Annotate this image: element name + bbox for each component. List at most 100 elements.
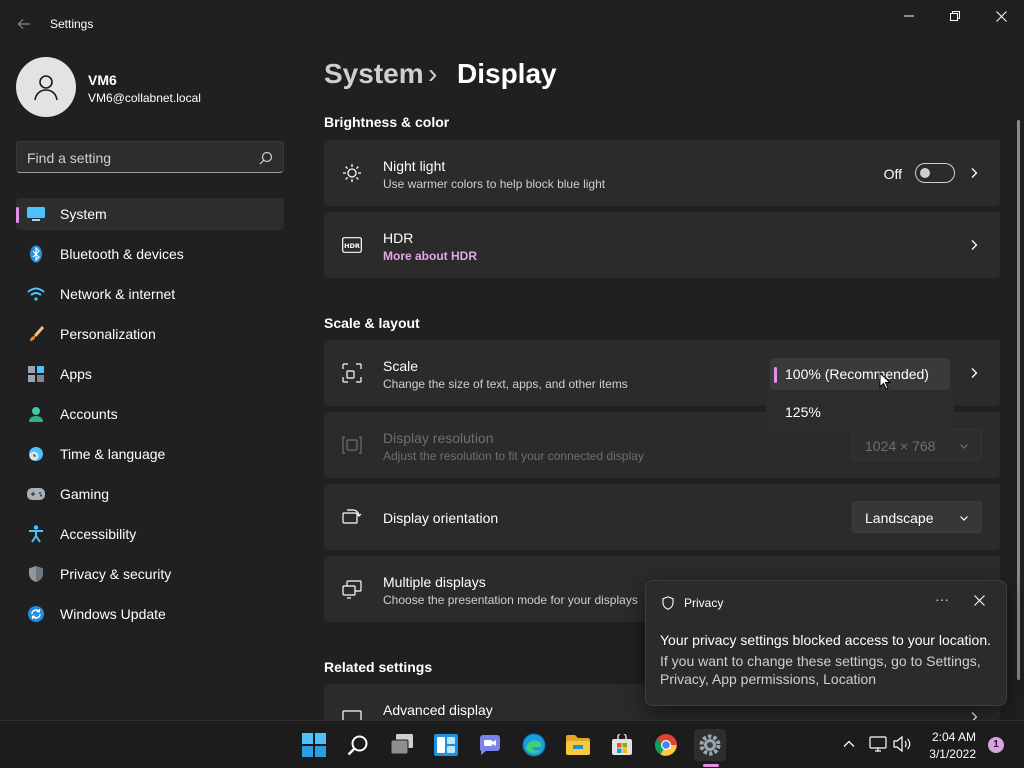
close-icon <box>995 10 1007 22</box>
orientation-icon <box>341 506 363 528</box>
search-icon[interactable] <box>259 151 273 165</box>
breadcrumb-separator: › <box>428 58 438 89</box>
sidebar-item-network[interactable]: Network & internet <box>16 278 284 310</box>
advanced-display-icon <box>341 708 363 720</box>
selection-indicator <box>16 207 19 223</box>
scrollbar-thumb[interactable] <box>1017 120 1020 680</box>
selection-indicator <box>774 367 777 383</box>
teams-chat-icon[interactable] <box>474 729 506 761</box>
widgets-icon[interactable] <box>430 729 462 761</box>
card-subtitle: Change the size of text, apps, and other… <box>383 377 628 391</box>
chevron-right-icon[interactable] <box>968 239 980 251</box>
network-icon[interactable] <box>869 736 887 752</box>
privacy-notification-toast[interactable]: Privacy ··· Your privacy settings blocke… <box>645 580 1007 706</box>
sidebar-item-apps[interactable]: Apps <box>16 358 284 390</box>
chevron-right-icon[interactable] <box>968 711 980 720</box>
card-title: Scale <box>383 358 419 374</box>
chevron-up-icon[interactable] <box>842 737 856 751</box>
chevron-right-icon[interactable] <box>968 367 980 379</box>
restore-button[interactable] <box>932 0 978 32</box>
title-bar: Settings <box>0 0 1024 48</box>
breadcrumb-parent[interactable]: System <box>324 58 424 90</box>
sidebar-item-bluetooth[interactable]: Bluetooth & devices <box>16 238 284 270</box>
sidebar-item-label: Bluetooth & devices <box>60 246 184 262</box>
hdr-icon: HDR <box>341 234 363 256</box>
edge-icon[interactable] <box>518 729 550 761</box>
sidebar-item-system[interactable]: System <box>16 198 284 230</box>
night-light-icon <box>341 162 363 184</box>
globe-clock-icon <box>27 445 45 463</box>
hdr-card[interactable]: HDR HDR More about HDR <box>324 212 1000 278</box>
mouse-cursor-icon <box>879 372 891 390</box>
display-orientation-card[interactable]: Display orientation Landscape <box>324 484 1000 550</box>
resolution-icon <box>341 434 363 456</box>
back-button[interactable] <box>12 12 36 36</box>
sidebar-item-privacy-security[interactable]: Privacy & security <box>16 558 284 590</box>
back-arrow-icon <box>17 19 30 29</box>
scale-dropdown-flyout[interactable]: 100% (Recommended) 125% <box>766 352 954 434</box>
section-heading-scale-layout: Scale & layout <box>324 315 420 331</box>
taskbar: 2:04 AM 3/1/2022 1 <box>0 720 1024 768</box>
sidebar-item-personalization[interactable]: Personalization <box>16 318 284 350</box>
sidebar-item-accounts[interactable]: Accounts <box>16 398 284 430</box>
sidebar-item-time-language[interactable]: Time & language <box>16 438 284 470</box>
toggle-knob <box>920 168 930 178</box>
dropdown-value: 1024 × 768 <box>865 438 936 454</box>
close-button[interactable] <box>978 0 1024 32</box>
gamepad-icon <box>27 485 45 503</box>
sidebar-item-accessibility[interactable]: Accessibility <box>16 518 284 550</box>
card-title: Display resolution <box>383 430 494 446</box>
close-icon[interactable] <box>974 595 985 606</box>
store-icon[interactable] <box>606 729 638 761</box>
restore-icon <box>950 11 960 21</box>
search-box[interactable] <box>16 141 284 173</box>
start-icon[interactable] <box>298 729 330 761</box>
sidebar-item-label: Time & language <box>60 446 166 462</box>
app-title: Settings <box>50 17 94 31</box>
search-input[interactable] <box>27 149 247 167</box>
minimize-icon <box>904 15 914 17</box>
clock-date[interactable]: 3/1/2022 <box>929 747 976 761</box>
update-icon <box>27 605 45 623</box>
sidebar-item-label: Personalization <box>60 326 156 342</box>
card-title: Display orientation <box>383 510 499 526</box>
file-explorer-icon[interactable] <box>562 729 594 761</box>
multiple-displays-icon <box>341 578 363 600</box>
sidebar-item-gaming[interactable]: Gaming <box>16 478 284 510</box>
clock-time[interactable]: 2:04 AM <box>932 730 976 744</box>
chrome-icon[interactable] <box>650 729 682 761</box>
sidebar-item-label: System <box>60 206 107 222</box>
notification-badge[interactable]: 1 <box>988 737 1004 753</box>
brush-icon <box>27 325 45 343</box>
chevron-down-icon <box>960 444 968 449</box>
sidebar-item-label: Gaming <box>60 486 110 502</box>
search-icon[interactable] <box>342 729 374 761</box>
dropdown-value: Landscape <box>865 510 934 526</box>
bluetooth-icon <box>27 245 45 263</box>
sidebar-item-label: Network & internet <box>60 286 176 302</box>
user-name: VM6 <box>88 72 117 88</box>
card-title: Night light <box>383 158 446 174</box>
minimize-button[interactable] <box>886 0 932 32</box>
task-view-icon[interactable] <box>386 729 418 761</box>
sidebar-item-label: Apps <box>60 366 92 382</box>
card-subtitle: Use warmer colors to help block blue lig… <box>383 177 606 191</box>
toggle-state-label: Off <box>883 166 902 182</box>
sidebar-item-label: Accounts <box>60 406 118 422</box>
scale-option-125[interactable]: 125% <box>770 396 950 428</box>
orientation-dropdown[interactable]: Landscape <box>852 501 982 533</box>
sidebar-item-windows-update[interactable]: Windows Update <box>16 598 284 630</box>
card-title: Multiple displays <box>383 574 486 590</box>
apps-icon <box>27 365 45 383</box>
night-light-card[interactable]: Night light Use warmer colors to help bl… <box>324 140 1000 206</box>
scale-option-100[interactable]: 100% (Recommended) <box>770 358 950 390</box>
more-about-hdr-link[interactable]: More about HDR <box>383 249 477 263</box>
chevron-down-icon <box>960 516 968 521</box>
settings-icon[interactable] <box>694 729 726 761</box>
night-light-toggle[interactable] <box>915 163 955 183</box>
option-label: 100% (Recommended) <box>785 366 929 382</box>
avatar[interactable] <box>16 57 76 117</box>
more-options-icon[interactable]: ··· <box>932 591 952 611</box>
volume-icon[interactable] <box>893 736 911 752</box>
chevron-right-icon[interactable] <box>968 167 980 179</box>
